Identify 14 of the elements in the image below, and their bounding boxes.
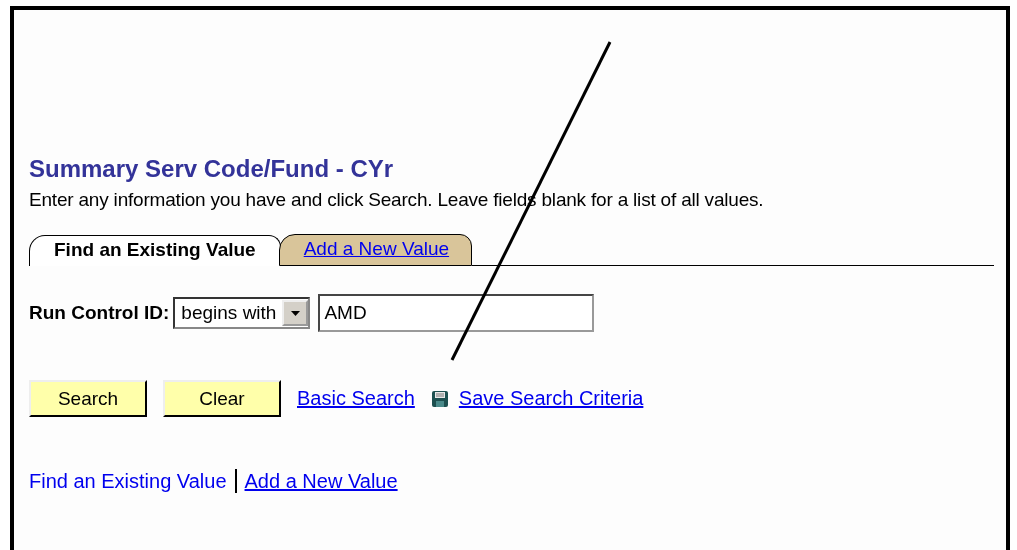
caret-icon[interactable] xyxy=(290,310,300,316)
tab[interactable]: Find an Existing Value xyxy=(29,235,281,266)
footer-link[interactable]: Find an Existing Value xyxy=(29,469,227,493)
tab[interactable]: Add a New Value xyxy=(278,234,473,266)
save-icon[interactable] xyxy=(430,389,449,408)
operator-dropdown[interactable]: begins with xyxy=(173,297,311,329)
page-title: Summary Serv Code/Fund - CYr xyxy=(29,154,395,184)
field-label: Run Control ID: xyxy=(29,302,170,324)
action-button[interactable]: Search xyxy=(29,380,147,417)
basic-search-link[interactable]: Basic Search xyxy=(297,387,415,410)
save-search-criteria-link[interactable]: Save Search Criteria xyxy=(458,387,644,410)
action-button[interactable]: Clear xyxy=(163,380,281,417)
run-control-id-field[interactable]: AMD xyxy=(318,294,595,332)
footer-link[interactable]: Add a New Value xyxy=(244,469,398,493)
